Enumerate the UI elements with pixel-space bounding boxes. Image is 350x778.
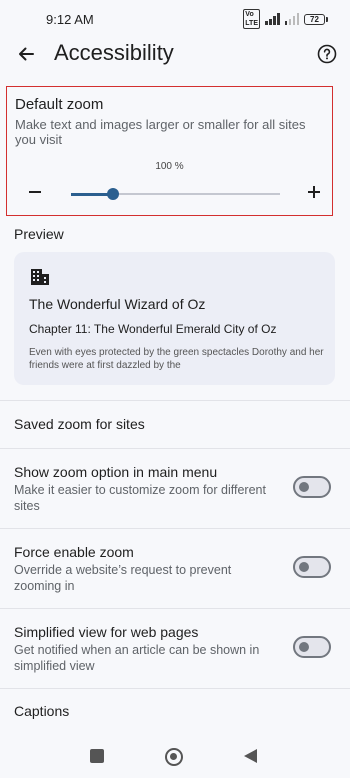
simplified-view-toggle[interactable] [293,636,331,658]
preview-card: The Wonderful Wizard of Oz Chapter 11: T… [14,252,335,385]
triangle-back-icon[interactable] [244,749,257,763]
building-icon [30,268,50,286]
force-zoom-title: Force enable zoom [14,544,134,560]
force-zoom-toggle[interactable] [293,556,331,578]
saved-zoom-title: Saved zoom for sites [14,416,145,432]
preview-excerpt: Even with eyes protected by the green sp… [29,347,324,371]
battery-icon: 72 [304,13,328,25]
system-nav-bar [0,736,350,778]
default-zoom-section: Default zoom Make text and images larger… [6,86,333,216]
status-bar: 9:12 AM Vo LTE 72 [0,0,350,38]
zoom-slider-thumb[interactable] [106,188,119,200]
battery-level: 72 [304,13,325,25]
zoom-in-button[interactable] [305,183,323,201]
square-icon[interactable] [90,749,104,763]
zoom-out-button[interactable] [27,183,43,201]
status-time: 9:12 AM [46,11,94,27]
volte-badge-icon: Vo LTE [243,9,260,29]
status-icons: Vo LTE 72 [243,9,328,29]
zoom-slider[interactable] [71,188,280,200]
show-zoom-description: Make it easier to customize zoom for dif… [14,483,266,513]
show-zoom-row[interactable]: Show zoom option in main menu Make it ea… [0,448,350,528]
signal-secondary-icon [284,13,299,25]
signal-icon [265,13,280,25]
simplified-view-description: Get notified when an article can be show… [14,643,260,673]
show-zoom-toggle[interactable] [293,476,331,498]
force-zoom-description: Override a website’s request to prevent … [14,563,232,593]
default-zoom-title: Default zoom [15,96,104,113]
page-title: Accessibility [54,40,174,65]
force-zoom-row[interactable]: Force enable zoom Override a website’s r… [0,528,350,608]
show-zoom-title: Show zoom option in main menu [14,464,218,480]
arrow-back-icon[interactable] [14,42,38,66]
preview-book-title: The Wonderful Wizard of Oz [29,296,206,312]
zoom-value-label: 100 % [155,161,184,172]
captions-title: Captions [14,703,70,719]
help-circle-icon[interactable] [316,43,338,65]
preview-label: Preview [14,226,64,242]
saved-zoom-row[interactable]: Saved zoom for sites [0,400,350,448]
default-zoom-description: Make text and images larger or smaller f… [15,117,306,147]
simplified-view-title: Simplified view for web pages [14,624,199,640]
home-circle-icon[interactable] [165,748,183,766]
top-app-bar: Accessibility [0,36,350,74]
captions-row[interactable]: Captions [0,688,350,734]
preview-chapter-title: Chapter 11: The Wonderful Emerald City o… [29,322,277,336]
simplified-view-row[interactable]: Simplified view for web pages Get notifi… [0,608,350,688]
